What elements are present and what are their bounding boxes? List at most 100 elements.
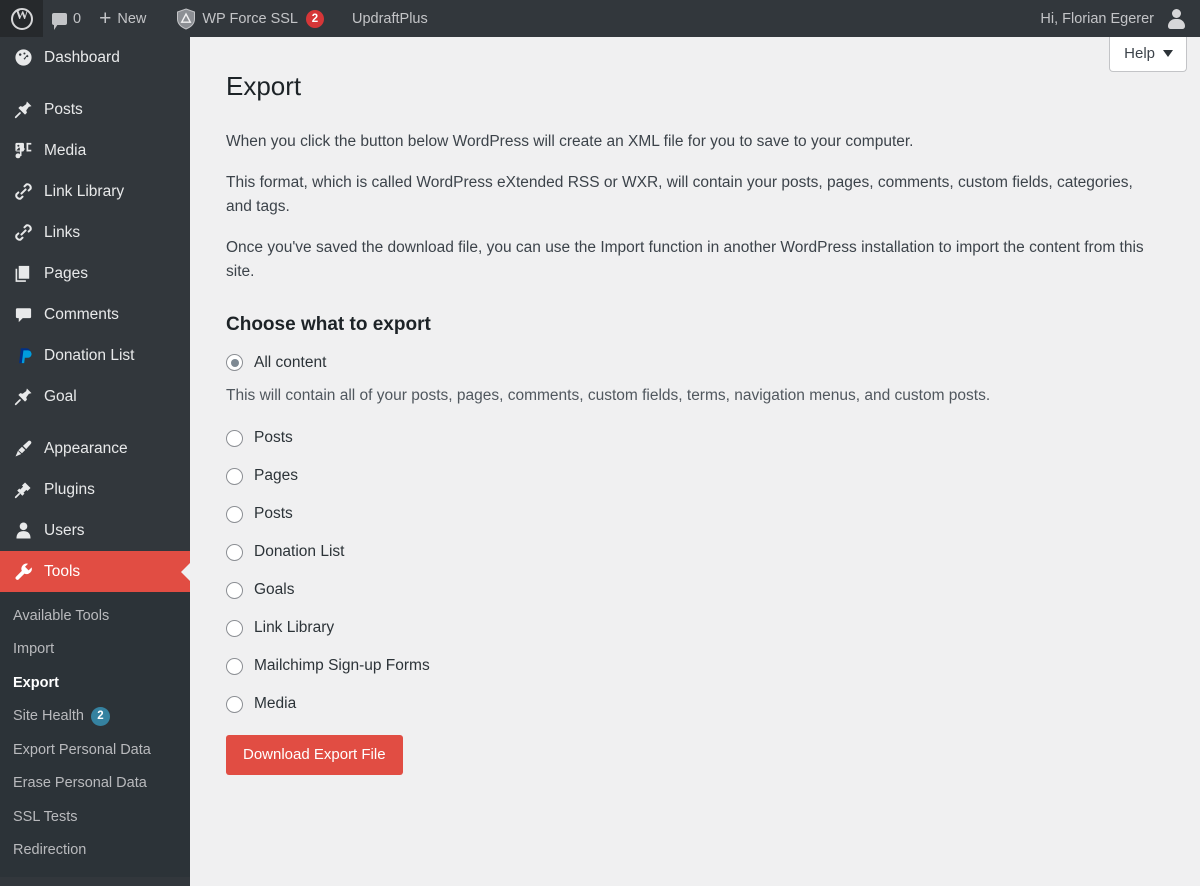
user-icon — [11, 520, 35, 542]
radio-input[interactable] — [226, 657, 243, 675]
submenu-item-label: Erase Personal Data — [13, 775, 147, 792]
submenu-item-redirection[interactable]: Redirection — [0, 834, 190, 868]
submenu-item-import[interactable]: Import — [0, 633, 190, 667]
comment-icon — [52, 12, 67, 30]
wp-force-ssl-badge: 2 — [305, 9, 324, 28]
link-icon — [11, 181, 35, 203]
submenu-item-label: Export — [13, 674, 59, 691]
radio-option-posts-2[interactable]: Posts — [226, 505, 1164, 523]
comments-bubble-button[interactable]: 0 — [43, 0, 90, 37]
new-content-button[interactable]: + New — [90, 0, 155, 37]
sidebar-item-appearance[interactable]: Appearance — [0, 428, 190, 469]
sidebar-item-link-library[interactable]: Link Library — [0, 171, 190, 212]
radio-input[interactable] — [226, 543, 243, 561]
sidebar-item-label: Posts — [44, 100, 83, 118]
radio-option-posts[interactable]: Posts — [226, 429, 1164, 447]
export-description-1: When you click the button below WordPres… — [226, 132, 914, 150]
sidebar-item-label: Tools — [44, 562, 81, 580]
main-content: Help Export When you click the button be… — [190, 37, 1200, 886]
admin-bar-right: Hi, Florian Egerer — [1031, 0, 1200, 37]
submenu-item-label: Redirection — [13, 842, 87, 859]
radio-label: All content — [254, 353, 327, 371]
updraftplus-button[interactable]: UpdraftPlus — [343, 0, 437, 37]
radio-label: Media — [254, 695, 297, 713]
admin-sidebar: Dashboard Posts Media Link Library Links… — [0, 37, 190, 886]
sidebar-item-comments[interactable]: Comments — [0, 294, 190, 335]
submenu-item-label: SSL Tests — [13, 808, 78, 825]
submenu-item-export[interactable]: Export — [0, 666, 190, 700]
sidebar-item-users[interactable]: Users — [0, 510, 190, 551]
greeting-text: Hi, Florian Egerer — [1040, 10, 1154, 27]
radio-input[interactable] — [226, 695, 243, 713]
my-account-button[interactable]: Hi, Florian Egerer — [1031, 0, 1200, 37]
sidebar-item-label: Users — [44, 521, 85, 539]
radio-input[interactable] — [226, 581, 243, 599]
sidebar-item-label: Plugins — [44, 480, 95, 498]
submenu-item-export-personal-data[interactable]: Export Personal Data — [0, 733, 190, 767]
plug-icon — [11, 479, 35, 501]
submenu-item-label: Site Health — [13, 708, 84, 725]
submenu-item-ssl-tests[interactable]: SSL Tests — [0, 800, 190, 834]
radio-input[interactable] — [226, 429, 243, 447]
sidebar-item-tools[interactable]: Tools — [0, 551, 190, 592]
sidebar-item-label: Media — [44, 141, 87, 159]
radio-label: Goals — [254, 581, 295, 599]
radio-option-donation-list[interactable]: Donation List — [226, 543, 1164, 561]
radio-label: Pages — [254, 467, 298, 485]
sidebar-item-dashboard[interactable]: Dashboard — [0, 37, 190, 78]
sidebar-item-plugins[interactable]: Plugins — [0, 469, 190, 510]
radio-option-link-library[interactable]: Link Library — [226, 619, 1164, 637]
radio-input[interactable] — [226, 505, 243, 523]
radio-label: Link Library — [254, 619, 335, 637]
submenu-item-erase-personal-data[interactable]: Erase Personal Data — [0, 767, 190, 801]
sidebar-item-media[interactable]: Media — [0, 130, 190, 171]
radio-input[interactable] — [226, 354, 243, 372]
sidebar-item-label: Pages — [44, 264, 88, 282]
radio-option-mailchimp-signup-forms[interactable]: Mailchimp Sign-up Forms — [226, 657, 1164, 675]
submenu-item-site-health[interactable]: Site Health 2 — [0, 700, 190, 734]
shield-icon — [177, 7, 196, 30]
radio-label: Donation List — [254, 543, 345, 561]
help-tab-label: Help — [1124, 45, 1155, 62]
sidebar-item-posts[interactable]: Posts — [0, 89, 190, 130]
radio-input[interactable] — [226, 467, 243, 485]
help-tab-wrapper: Help — [1109, 37, 1187, 72]
sidebar-item-label: Appearance — [44, 439, 128, 457]
dashboard-icon — [11, 47, 35, 69]
avatar — [1167, 9, 1186, 29]
radio-option-media[interactable]: Media — [226, 695, 1164, 713]
updraftplus-label: UpdraftPlus — [351, 10, 428, 27]
submenu-item-label: Available Tools — [13, 607, 110, 624]
pin-icon — [11, 386, 35, 408]
all-content-description: This will contain all of your posts, pag… — [226, 386, 991, 404]
wrench-icon — [11, 561, 35, 583]
sidebar-item-label: Link Library — [44, 182, 125, 200]
export-page: Export When you click the button below W… — [190, 37, 1200, 776]
pages-icon — [11, 263, 35, 285]
wp-force-ssl-label: WP Force SSL — [202, 10, 298, 27]
sidebar-item-links[interactable]: Links — [0, 212, 190, 253]
sidebar-separator — [0, 78, 190, 89]
wp-force-ssl-button[interactable]: WP Force SSL 2 — [167, 0, 333, 37]
help-tab-button[interactable]: Help — [1109, 37, 1187, 72]
paypal-icon — [11, 345, 35, 367]
radio-option-all-content[interactable]: All content — [226, 354, 1164, 372]
radio-label: Posts — [254, 429, 293, 447]
download-export-file-button[interactable]: Download Export File — [226, 735, 403, 776]
submenu-item-available-tools[interactable]: Available Tools — [0, 599, 190, 633]
wordpress-logo-button[interactable] — [0, 0, 43, 37]
sidebar-item-goal[interactable]: Goal — [0, 376, 190, 417]
radio-option-goals[interactable]: Goals — [226, 581, 1164, 599]
radio-input[interactable] — [226, 619, 243, 637]
sidebar-item-pages[interactable]: Pages — [0, 253, 190, 294]
admin-bar: 0 + New WP Force SSL 2 UpdraftPlus Hi, F… — [0, 0, 1200, 37]
radio-option-pages[interactable]: Pages — [226, 467, 1164, 485]
pin-icon — [11, 99, 35, 121]
sidebar-item-label: Comments — [44, 305, 119, 323]
sidebar-item-donation-list[interactable]: Donation List — [0, 335, 190, 376]
